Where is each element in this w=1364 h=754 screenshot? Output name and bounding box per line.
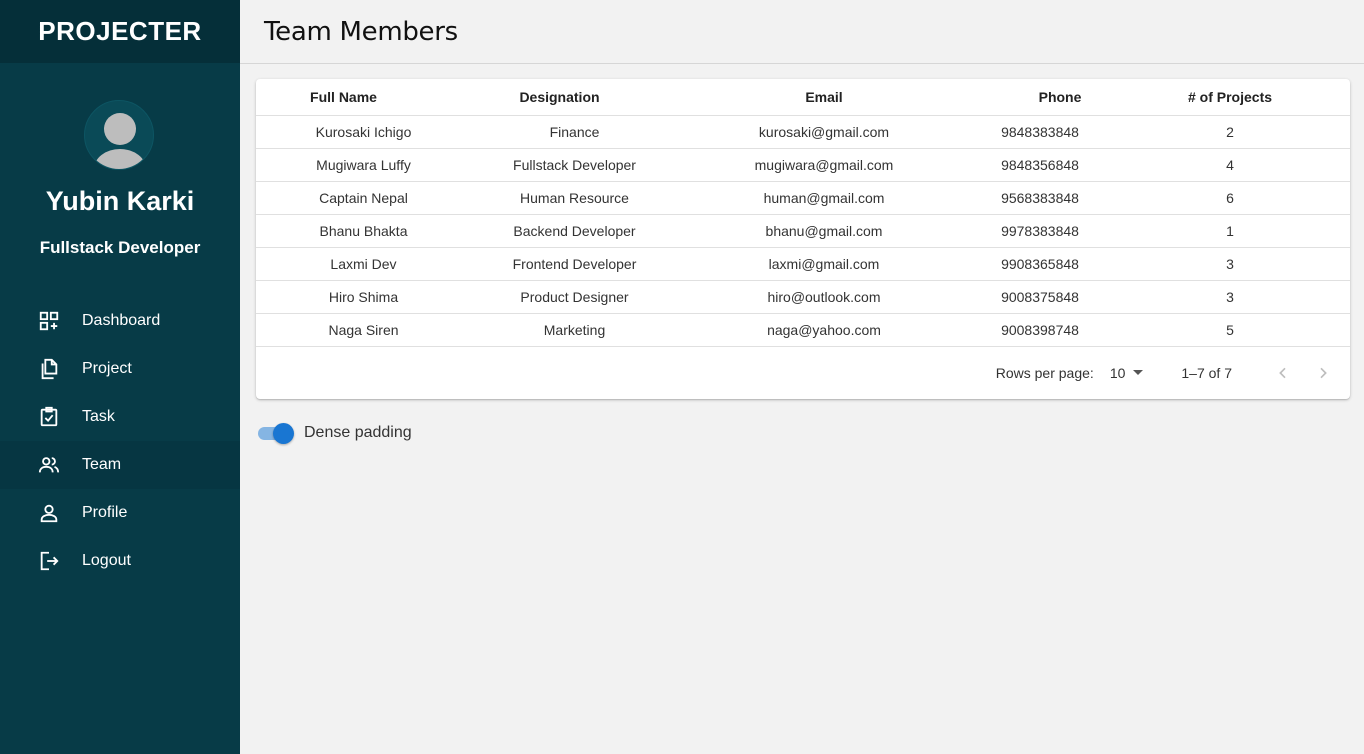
cell-projects: 5	[1110, 313, 1350, 347]
sidebar-item-project[interactable]: Project	[0, 345, 240, 393]
sidebar-nav: Dashboard Project Task Team Profile Logo…	[0, 297, 240, 585]
cell-email: mugiwara@gmail.com	[678, 148, 970, 182]
column-header-full-name[interactable]: Full Name	[256, 79, 471, 116]
cell-phone: 9848356848	[970, 148, 1110, 182]
cell-email: naga@yahoo.com	[678, 313, 970, 347]
cell-projects: 2	[1110, 115, 1350, 149]
caret-down-icon	[1133, 370, 1144, 375]
sidebar-item-profile[interactable]: Profile	[0, 489, 240, 537]
rows-per-page-label: Rows per page:	[995, 364, 1094, 381]
logout-icon	[37, 549, 61, 573]
sidebar-item-logout[interactable]: Logout	[0, 537, 240, 585]
dashboard-icon	[37, 309, 61, 333]
sidebar-item-label: Logout	[82, 552, 131, 569]
pagination-range: 1–7 of 7	[1181, 364, 1232, 381]
sidebar-item-label: Task	[82, 408, 115, 425]
cell-phone: 9978383848	[970, 214, 1110, 248]
sidebar: PROJECTER Yubin Karki Fullstack Develope…	[0, 0, 240, 754]
cell-phone: 9908365848	[970, 247, 1110, 281]
files-icon	[37, 357, 61, 381]
column-header-designation[interactable]: Designation	[471, 79, 678, 116]
sidebar-item-dashboard[interactable]: Dashboard	[0, 297, 240, 345]
previous-page-button[interactable]	[1268, 358, 1298, 388]
sidebar-item-label: Project	[82, 360, 132, 377]
rows-per-page-select[interactable]: 10	[1110, 365, 1144, 381]
user-name: Yubin Karki	[45, 186, 195, 216]
cell-phone: 9008398748	[970, 313, 1110, 347]
table-header-row: Full Name Designation Email Phone # of P…	[256, 79, 1350, 116]
sidebar-item-task[interactable]: Task	[0, 393, 240, 441]
cell-full-name: Captain Nepal	[256, 181, 471, 215]
chevron-left-icon	[1279, 367, 1286, 378]
cell-email: human@gmail.com	[678, 181, 970, 215]
cell-email: kurosaki@gmail.com	[678, 115, 970, 149]
brand-bar: PROJECTER	[0, 0, 240, 63]
cell-projects: 6	[1110, 181, 1350, 215]
cell-full-name: Naga Siren	[256, 313, 471, 347]
cell-projects: 1	[1110, 214, 1350, 248]
cell-full-name: Mugiwara Luffy	[256, 148, 471, 182]
table-row[interactable]: Mugiwara Luffy Fullstack Developer mugiw…	[256, 148, 1350, 182]
table-row[interactable]: Hiro Shima Product Designer hiro@outlook…	[256, 280, 1350, 314]
sidebar-item-team[interactable]: Team	[0, 441, 240, 489]
cell-projects: 4	[1110, 148, 1350, 182]
avatar-head-shape	[104, 113, 136, 145]
sidebar-item-label: Dashboard	[82, 312, 161, 329]
chevron-right-icon	[1320, 367, 1327, 378]
page-header: Team Members	[240, 0, 1364, 64]
cell-full-name: Laxmi Dev	[256, 247, 471, 281]
cell-designation: Finance	[471, 115, 678, 149]
avatar	[84, 100, 154, 170]
next-page-button[interactable]	[1308, 358, 1338, 388]
team-icon	[37, 453, 61, 477]
user-role: Fullstack Developer	[39, 238, 201, 257]
team-table: Full Name Designation Email Phone # of P…	[256, 79, 1350, 347]
column-header-phone[interactable]: Phone	[970, 79, 1110, 116]
cell-email: bhanu@gmail.com	[678, 214, 970, 248]
switch-thumb	[273, 423, 294, 444]
cell-full-name: Bhanu Bhakta	[256, 214, 471, 248]
cell-email: hiro@outlook.com	[678, 280, 970, 314]
cell-full-name: Kurosaki Ichigo	[256, 115, 471, 149]
cell-projects: 3	[1110, 247, 1350, 281]
user-icon	[37, 501, 61, 525]
cell-projects: 3	[1110, 280, 1350, 314]
rows-per-page-value: 10	[1109, 364, 1126, 381]
cell-phone: 9008375848	[970, 280, 1110, 314]
table-row[interactable]: Naga Siren Marketing naga@yahoo.com 9008…	[256, 313, 1350, 347]
cell-full-name: Hiro Shima	[256, 280, 471, 314]
sidebar-item-label: Profile	[82, 504, 128, 521]
dense-padding-switch[interactable]	[256, 421, 296, 445]
dense-padding-label[interactable]: Dense padding	[304, 424, 412, 442]
team-table-card: Full Name Designation Email Phone # of P…	[256, 79, 1350, 399]
cell-designation: Human Resource	[471, 181, 678, 215]
column-header-projects[interactable]: # of Projects	[1110, 79, 1350, 116]
cell-email: laxmi@gmail.com	[678, 247, 970, 281]
cell-designation: Marketing	[471, 313, 678, 347]
table-pagination: Rows per page: 10 1–7 of 7	[256, 347, 1350, 399]
cell-designation: Fullstack Developer	[471, 148, 678, 182]
cell-phone: 9848383848	[970, 115, 1110, 149]
cell-phone: 9568383848	[970, 181, 1110, 215]
column-header-email[interactable]: Email	[678, 79, 970, 116]
cell-designation: Product Designer	[471, 280, 678, 314]
clipboard-check-icon	[37, 405, 61, 429]
cell-designation: Frontend Developer	[471, 247, 678, 281]
table-row[interactable]: Captain Nepal Human Resource human@gmail…	[256, 181, 1350, 215]
table-row[interactable]: Kurosaki Ichigo Finance kurosaki@gmail.c…	[256, 115, 1350, 149]
page-title: Team Members	[264, 16, 458, 47]
cell-designation: Backend Developer	[471, 214, 678, 248]
table-row[interactable]: Bhanu Bhakta Backend Developer bhanu@gma…	[256, 214, 1350, 248]
brand-logo-text[interactable]: PROJECTER	[38, 16, 201, 47]
dense-padding-toggle-row: Dense padding	[256, 421, 412, 445]
table-row[interactable]: Laxmi Dev Frontend Developer laxmi@gmail…	[256, 247, 1350, 281]
sidebar-item-label: Team	[82, 456, 122, 473]
avatar-body-shape	[94, 149, 146, 169]
